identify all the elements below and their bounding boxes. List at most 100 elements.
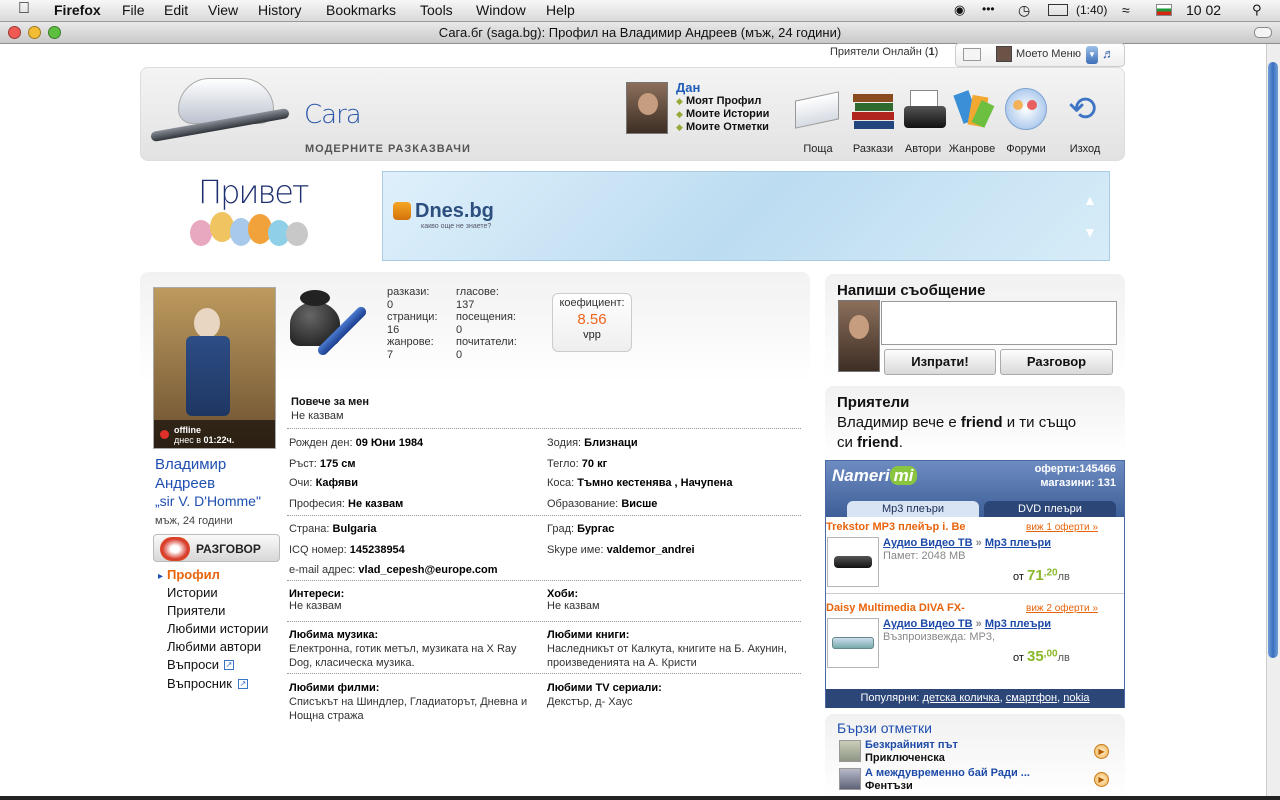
forums-icon[interactable] [1003,86,1049,136]
shop-logo[interactable]: Nameri mi [832,466,918,486]
time-machine-icon[interactable]: ◷ [1018,2,1030,19]
typewriter-icon[interactable] [902,86,948,136]
product-1-cats: Аудио Видео ТВ » Mp3 плеъри [883,537,1051,549]
bookmark-1[interactable]: Безкрайният път Приключенска [865,739,958,765]
friends-online-label[interactable]: Приятели Онлайн [830,46,922,58]
apple-icon[interactable]:  [18,0,30,18]
hobbies-title: Хоби: [547,588,579,600]
shop-tab-dvd[interactable]: DVD плеъри [984,501,1116,517]
user-link-stories[interactable]: ◆ Моите Истории [676,108,769,121]
menu-window[interactable]: Window [476,2,526,18]
my-menu-dropdown-icon[interactable]: ▼ [1086,46,1098,64]
genres-icon[interactable] [950,86,996,136]
product-1-image[interactable] [827,537,879,587]
my-menu-label[interactable]: Моето Меню [1016,48,1081,60]
menu-profile[interactable]: Профил [167,567,220,582]
ad-brand-icon [393,202,411,220]
battery-icon[interactable] [1048,4,1068,16]
robot-status-icon[interactable]: ◉ [954,2,965,18]
nav-mail[interactable]: Поща [788,143,848,155]
user-avatar[interactable] [626,82,668,134]
bulgarian-flag-icon[interactable] [1156,4,1172,16]
shop-tab-mp3[interactable]: Mp3 плеъри [847,501,979,517]
sound-icon[interactable]: ♬ [1102,46,1115,61]
greeting-logo[interactable]: Привет [198,173,309,211]
nav-forums[interactable]: Форуми [996,143,1056,155]
ad-up-arrow-icon[interactable]: ▲ [1083,192,1097,208]
about-text: Не казвам [291,410,344,422]
menu-view[interactable]: View [208,2,238,18]
chat-button[interactable]: РАЗГОВОР [153,534,280,562]
menu-history[interactable]: History [258,2,302,18]
bookmark-2[interactable]: А междувременно бай Ради ... Фентъзи [865,767,1030,793]
books-text: Наследникът от Калкута, книгите на Б. Ак… [547,643,787,669]
menu-active-arrow-icon: ▸ [158,571,164,582]
menu-stories[interactable]: Истории [167,585,218,600]
close-window-icon[interactable] [8,26,21,39]
scrollbar-thumb[interactable] [1268,62,1278,658]
shop-popular: Популярни: детска количка, смартфон, nok… [826,689,1124,708]
popular-link-3[interactable]: nokia [1063,692,1089,704]
wifi-icon[interactable]: ≈ [1122,2,1130,18]
divider [287,673,801,674]
hobbies-text: Не казвам [547,600,600,612]
shop-stats: оферти:145466 магазини: 131 [1034,463,1116,489]
bookmark-2-play-icon[interactable]: ▶ [1094,772,1109,787]
nav-genres[interactable]: Жанрове [942,143,1002,155]
product-2-title[interactable]: Daisy Multimedia DIVA FX- [826,602,965,614]
minimize-window-icon[interactable] [28,26,41,39]
menu-fav-authors[interactable]: Любими автори [167,639,261,654]
bottom-edge [0,796,1280,800]
product-2-offers[interactable]: виж 2 оферти » [1026,603,1098,614]
mail-icon[interactable] [793,86,839,136]
interests-text: Не казвам [289,600,342,612]
zoom-window-icon[interactable] [48,26,61,39]
user-link-bookmarks[interactable]: ◆ Моите Отметки [676,121,769,134]
clock[interactable]: 10 02 [1186,2,1221,18]
popular-link-1[interactable]: детска количка [923,692,1000,704]
user-name[interactable]: Дан [676,80,700,95]
logout-arrow-icon[interactable]: ⟲ [1062,86,1108,136]
product-1-title[interactable]: Trekstor MP3 плейър i. Be [826,521,966,533]
menu-tools[interactable]: Tools [420,2,453,18]
menu-friends[interactable]: Приятели [167,603,225,618]
user-link-profile[interactable]: ◆ Моят Профил [676,95,769,108]
menu-questions[interactable]: Въпроси [167,657,219,672]
battery-time: (1:40) [1076,3,1108,17]
message-input[interactable] [881,301,1117,345]
menu-fav-stories[interactable]: Любими истории [167,621,268,636]
books-icon[interactable] [851,86,897,136]
ad-banner[interactable]: Dnes.bg какво още не знаете? ▲ ▼ [382,171,1110,261]
menu-file[interactable]: File [122,2,145,18]
popular-link-2[interactable]: смартфон [1006,692,1057,704]
bookmark-2-thumb[interactable] [839,768,861,790]
field-zodiac: Зодия: Близнаци [547,437,638,449]
product-2-image[interactable] [827,618,879,668]
product-1-offers[interactable]: виж 1 оферти » [1026,522,1098,533]
menu-edit[interactable]: Edit [164,2,188,18]
divider [287,580,801,581]
app-menu[interactable]: Firefox [54,2,101,18]
sync-status-icon[interactable]: ••• [982,2,995,16]
ad-down-arrow-icon[interactable]: ▼ [1083,224,1097,240]
send-button[interactable]: Изпрати! [884,349,996,375]
site-logo[interactable]: Cara [304,100,362,130]
my-menu-avatar[interactable] [996,46,1012,62]
profile-name: Владимир Андреев [155,455,226,493]
bookmark-1-thumb[interactable] [839,740,861,762]
profile-photo[interactable]: offline днес в 01:22ч. [153,287,276,449]
spotlight-icon[interactable]: ⚲ [1252,2,1262,18]
bookmark-1-play-icon[interactable]: ▶ [1094,744,1109,759]
stats-col-1: разкази: 0 страници: 16 жанрове: 7 [387,286,438,361]
product-2-cats: Аудио Видео ТВ » Mp3 плеъри [883,618,1051,630]
toolbar-toggle-icon[interactable] [1254,27,1272,38]
field-eyes: Очи: Кафяви [289,477,358,489]
stat-fans: 0 [456,348,463,361]
menu-questionnaire[interactable]: Въпросник [167,676,232,691]
envelope-icon[interactable] [963,48,981,61]
menu-help[interactable]: Help [546,2,575,18]
menu-bookmarks[interactable]: Bookmarks [326,2,396,18]
nav-logout[interactable]: Изход [1055,143,1115,155]
chat-button-secondary[interactable]: Разговор [1000,349,1113,375]
friends-online[interactable]: Приятели Онлайн (1) [830,46,938,58]
